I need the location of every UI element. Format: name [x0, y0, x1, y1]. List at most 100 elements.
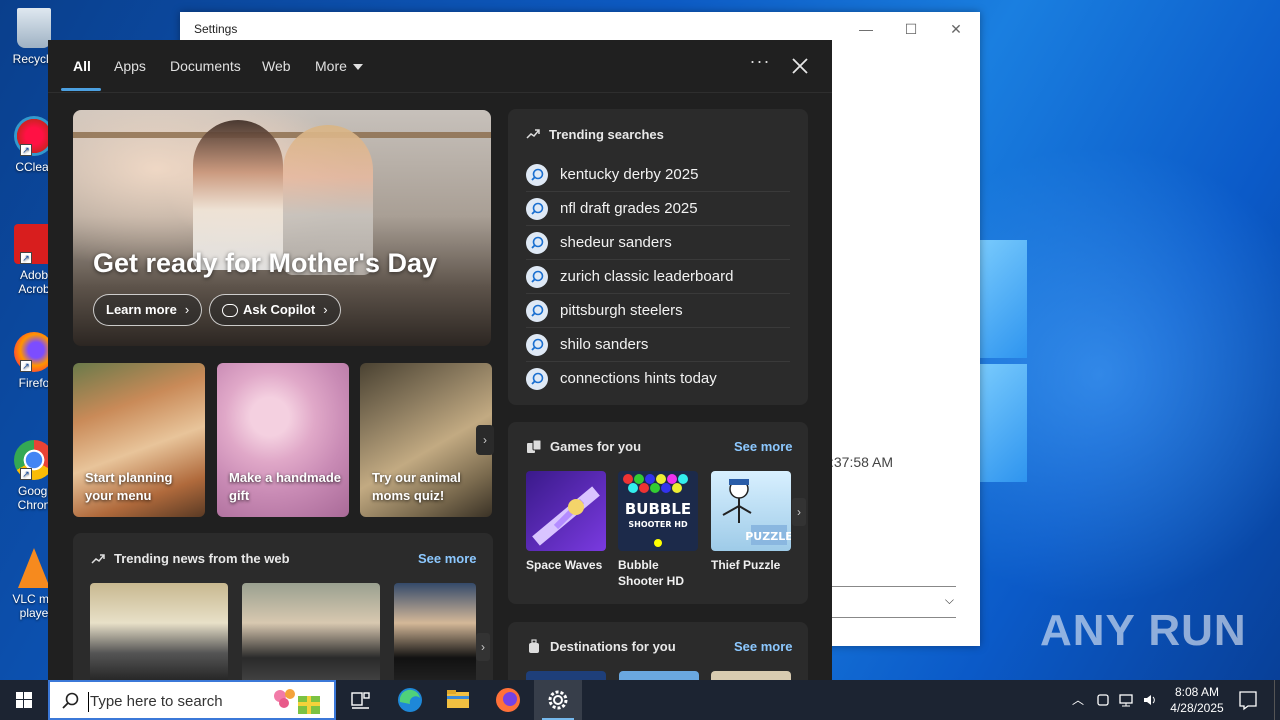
search-icon	[526, 164, 548, 186]
trending-search-item[interactable]: connections hints today	[526, 362, 790, 396]
ask-copilot-label: Ask Copilot	[243, 302, 316, 317]
taskbar-firefox-button[interactable]	[484, 680, 532, 720]
card-handmade-gift[interactable]: Make a handmade gift	[217, 363, 349, 517]
show-desktop-button[interactable]	[1274, 680, 1280, 720]
destinations-panel: Destinations for you See more	[508, 622, 808, 680]
news-thumbnail[interactable]	[90, 583, 228, 680]
trending-search-item[interactable]: pittsburgh steelers	[526, 294, 790, 328]
news-thumbnail[interactable]	[394, 583, 476, 680]
trending-search-item[interactable]: nfl draft grades 2025	[526, 192, 790, 226]
windows-icon	[16, 692, 32, 708]
notification-icon	[1239, 691, 1257, 711]
close-search-button[interactable]	[788, 54, 812, 78]
settings-time-text: :37:58 AM	[830, 454, 894, 470]
trending-search-item[interactable]: kentucky derby 2025	[526, 158, 790, 192]
chevron-right-icon: ›	[323, 302, 328, 317]
taskbar-clock[interactable]: 8:08 AM 4/28/2025	[1162, 684, 1232, 716]
chevron-up-icon[interactable]: ︿	[1072, 691, 1084, 708]
hero-image-shelf	[73, 132, 491, 138]
maximize-button[interactable]: ☐	[893, 18, 929, 40]
chevron-down-icon: ⌵	[944, 593, 954, 607]
settings-dropdown-field[interactable]: ⌵	[830, 586, 956, 618]
taskbar-edge-button[interactable]	[386, 680, 434, 720]
space-waves-thumbnail	[526, 471, 606, 551]
meet-now-icon[interactable]	[1096, 692, 1110, 708]
news-see-more-link[interactable]: See more	[418, 551, 477, 566]
games-see-more-link[interactable]: See more	[734, 439, 793, 454]
close-button[interactable]: ✕	[938, 18, 974, 40]
gear-icon	[548, 690, 568, 710]
anyrun-watermark: ANY RUN	[1040, 606, 1247, 655]
destinations-see-more-link[interactable]: See more	[734, 639, 793, 654]
network-icon[interactable]	[1118, 692, 1134, 708]
taskbar-settings-button[interactable]	[534, 680, 582, 720]
more-options-button[interactable]: ···	[748, 52, 772, 76]
thief-text: PUZZLE	[745, 530, 791, 543]
task-view-button[interactable]	[336, 680, 384, 720]
game-thief-puzzle[interactable]: PUZZLE Thief Puzzle	[711, 471, 791, 573]
taskbar-search-box[interactable]: Type here to search	[48, 680, 336, 720]
news-next-button[interactable]: ›	[476, 633, 490, 661]
volume-icon[interactable]	[1142, 692, 1158, 708]
trending-arrow-icon	[91, 554, 105, 564]
search-icon	[526, 334, 548, 356]
games-next-button[interactable]: ›	[792, 498, 806, 526]
trending-arrow-icon	[526, 129, 540, 139]
card-label: Try our animal moms quiz!	[372, 470, 461, 503]
trending-searches-panel: Trending searches kentucky derby 2025 nfl…	[508, 109, 808, 405]
thief-puzzle-thumbnail: PUZZLE	[711, 471, 791, 551]
card-start-planning-menu[interactable]: Start planning your menu	[73, 363, 205, 517]
tab-all[interactable]: All	[73, 58, 91, 74]
ask-copilot-button[interactable]: Ask Copilot ›	[209, 294, 341, 326]
system-tray: ︿	[1070, 680, 1160, 720]
task-view-icon	[351, 692, 370, 709]
trending-search-item[interactable]: shilo sanders	[526, 328, 790, 362]
trending-search-text: shedeur sanders	[560, 234, 672, 251]
tab-more[interactable]: More	[315, 58, 363, 74]
search-icon	[526, 198, 548, 220]
game-label: Bubble Shooter HD	[618, 558, 684, 588]
luggage-icon	[529, 639, 539, 653]
trending-search-text: pittsburgh steelers	[560, 302, 683, 319]
edge-icon	[398, 688, 422, 712]
desktop-icon-label: Firefo	[18, 376, 50, 390]
minimize-button[interactable]: —	[848, 18, 884, 40]
cards-next-button[interactable]: ›	[476, 425, 494, 455]
tab-documents[interactable]: Documents	[170, 58, 241, 74]
trending-search-item[interactable]: shedeur sanders	[526, 226, 790, 260]
search-flyout: All Apps Documents Web More ··· Get read…	[48, 40, 832, 680]
clock-time: 8:08 AM	[1174, 685, 1220, 699]
caret-down-icon	[352, 64, 363, 71]
game-space-waves[interactable]: Space Waves	[526, 471, 606, 573]
card-label: Start planning your menu	[85, 470, 173, 503]
taskbar-file-explorer-button[interactable]	[434, 680, 482, 720]
chat-bubble-icon	[222, 304, 238, 318]
destination-thumbnail[interactable]	[619, 671, 699, 680]
trending-search-item[interactable]: zurich classic leaderboard	[526, 260, 790, 294]
news-thumbnail[interactable]	[242, 583, 380, 680]
firefox-icon	[496, 688, 520, 712]
card-animal-moms-quiz[interactable]: Try our animal moms quiz!	[360, 363, 492, 517]
learn-more-button[interactable]: Learn more ›	[93, 294, 203, 326]
hero-banner[interactable]: Get ready for Mother's Day Learn more › A…	[73, 110, 491, 346]
search-tabs-bar: All Apps Documents Web More ···	[48, 40, 832, 93]
game-label: Thief Puzzle	[711, 558, 781, 572]
vlc-icon	[18, 548, 50, 588]
destination-thumbnail[interactable]	[526, 671, 606, 680]
search-icon	[526, 232, 548, 254]
destinations-panel-title: Destinations for you	[550, 639, 676, 654]
recycle-bin-icon	[17, 8, 51, 48]
trending-searches-title: Trending searches	[549, 127, 664, 142]
settings-window-title: Settings	[194, 22, 238, 36]
bubble-shooter-thumbnail: BUBBLE SHOOTER HD	[618, 471, 698, 551]
start-button[interactable]	[0, 680, 48, 720]
destination-thumbnail[interactable]	[711, 671, 791, 680]
tab-web[interactable]: Web	[262, 58, 291, 74]
search-highlight-flowers-icon	[270, 686, 326, 716]
search-placeholder: Type here to search	[90, 693, 223, 710]
tab-more-label: More	[315, 58, 347, 74]
notification-center-button[interactable]	[1226, 680, 1270, 720]
clock-date: 4/28/2025	[1170, 701, 1224, 715]
tab-apps[interactable]: Apps	[114, 58, 146, 74]
game-bubble-shooter[interactable]: BUBBLE SHOOTER HD Bubble Shooter HD	[618, 471, 698, 589]
